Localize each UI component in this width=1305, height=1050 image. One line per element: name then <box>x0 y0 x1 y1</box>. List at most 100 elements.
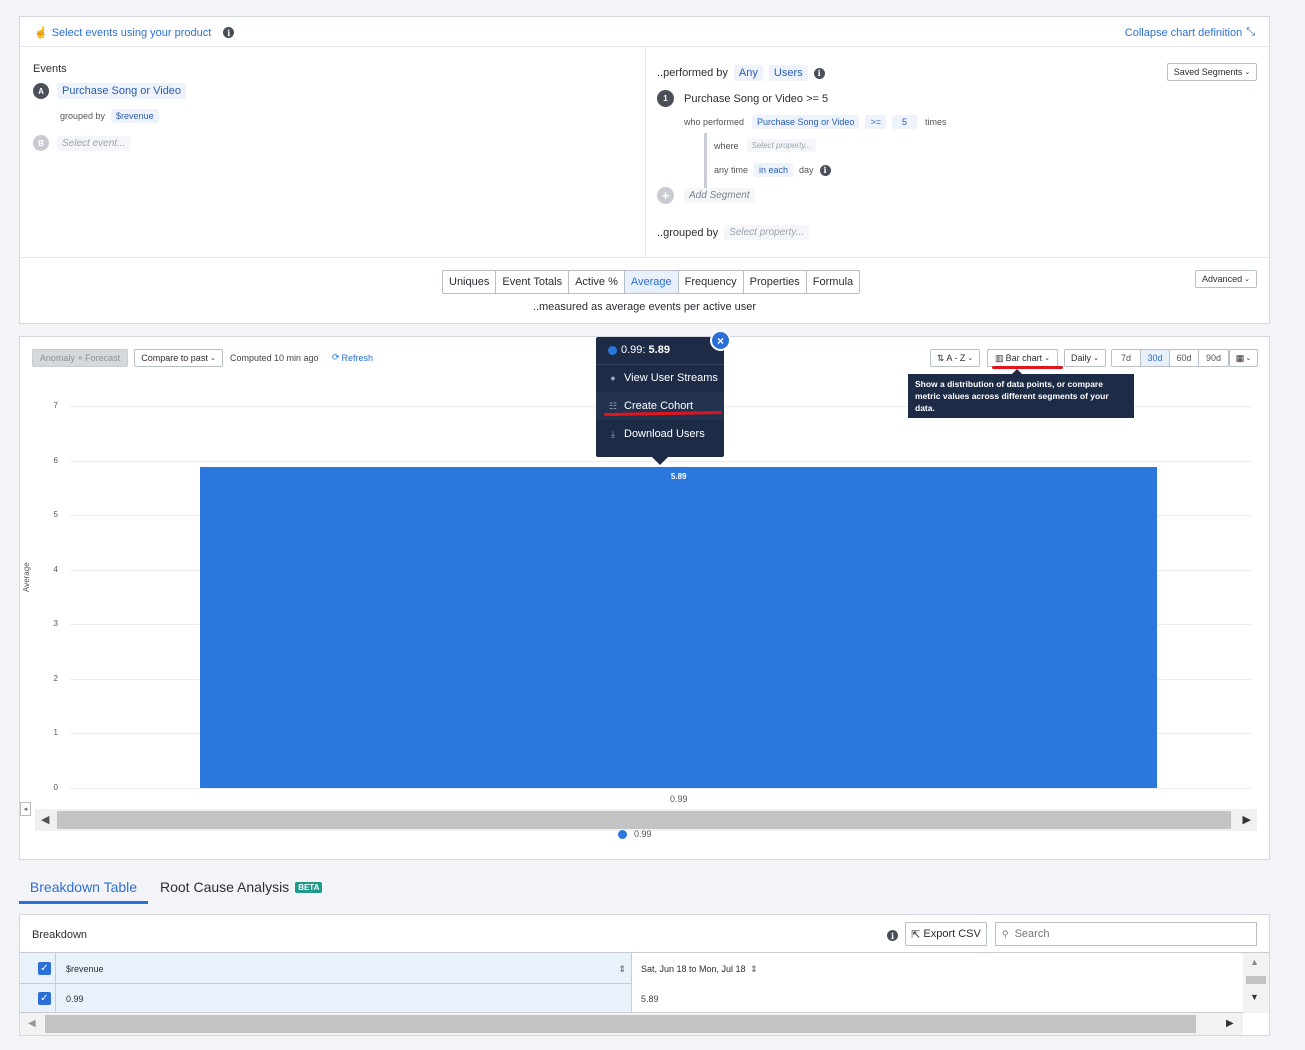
event-b-badge: B <box>33 135 49 151</box>
measure-tab-event-totals[interactable]: Event Totals <box>496 271 570 293</box>
measure-caption: ..measured as average events per active … <box>532 301 757 313</box>
event-a-selector[interactable]: Purchase Song or Video <box>57 83 187 99</box>
column-header-date-range[interactable]: Sat, Jun 18 to Mon, Jul 18 ⇕ <box>631 953 1243 984</box>
measure-tab-average[interactable]: Average <box>624 271 679 293</box>
scroll-toggle[interactable]: ◂ <box>20 802 31 816</box>
row-average-value: 5.89 <box>641 994 659 1004</box>
chart-legend[interactable]: 0.99 <box>618 829 652 839</box>
x-tick-label: 0.99 <box>669 794 688 804</box>
event-a-grouped-row: grouped by $revenue <box>60 109 159 123</box>
tab-root-cause-analysis[interactable]: Root Cause Analysis BETA <box>160 879 323 895</box>
popup-title: 0.99 : 5.89 <box>608 344 670 356</box>
grouped-by-property-selector[interactable]: Select property... <box>724 225 810 240</box>
column-divider <box>631 984 632 1012</box>
view-user-streams-item[interactable]: ● View User Streams <box>596 364 724 392</box>
where-row: where Select property... <box>714 139 817 152</box>
info-icon[interactable]: i <box>887 930 898 941</box>
scroll-thumb[interactable] <box>45 1015 1196 1033</box>
scroll-right-arrow[interactable]: ▶ <box>1226 1018 1234 1029</box>
y-tick-label: 1 <box>53 728 58 738</box>
event-b-row: B Select event... <box>33 135 131 151</box>
in-each-selector[interactable]: in each <box>754 163 794 177</box>
add-segment-row: + Add Segment <box>657 187 755 204</box>
y-tick-label: 7 <box>53 401 58 410</box>
users-group-icon: ☷ <box>608 400 618 411</box>
table-row[interactable]: ✓ 0.99 5.89 <box>20 984 1243 1013</box>
segment-number-badge: 1 <box>657 90 674 107</box>
breakdown-title: Breakdown <box>32 929 88 941</box>
download-users-item[interactable]: ⤓ Download Users <box>596 420 724 448</box>
search-icon: ⚲ <box>1002 928 1009 939</box>
table-header-row: ✓ $revenue ⇕ Sat, Jun 18 to Mon, Jul 18 … <box>20 953 1243 984</box>
scroll-left-arrow[interactable]: ◀ <box>28 1018 36 1029</box>
tooltip-pointer <box>1012 369 1022 374</box>
y-axis-label: Average <box>22 562 31 592</box>
bar[interactable] <box>200 466 1158 788</box>
y-tick-label: 6 <box>53 455 58 465</box>
measure-tab-uniques[interactable]: Uniques <box>443 271 497 293</box>
series-dot <box>608 345 617 355</box>
plus-icon[interactable]: + <box>657 187 674 204</box>
chart-scrollbar[interactable]: ◀ ▶ <box>35 809 1257 831</box>
measure-tab-properties[interactable]: Properties <box>744 271 807 293</box>
event-b-selector[interactable]: Select event... <box>57 135 131 151</box>
advanced-button[interactable]: Advanced ⌄ <box>1195 270 1257 288</box>
event-a-badge: A <box>33 83 49 99</box>
column-divider <box>55 984 56 1012</box>
scroll-thumb[interactable] <box>57 811 1231 829</box>
operator-selector[interactable]: >= <box>865 115 886 129</box>
count-input[interactable]: 5 <box>891 115 917 129</box>
popup-close-button[interactable]: × <box>710 330 731 351</box>
user-icon: ● <box>610 373 616 383</box>
search-box[interactable]: ⚲ <box>995 922 1257 946</box>
users-selector[interactable]: Users <box>768 65 808 81</box>
measure-tab-frequency[interactable]: Frequency <box>679 271 744 293</box>
row-revenue-value: 0.99 <box>66 994 84 1004</box>
scroll-left-arrow[interactable]: ◀ <box>41 813 49 826</box>
datapoint-popup: 0.99 : 5.89 ● View User Streams ☷ Create… <box>596 337 724 465</box>
row-checkbox[interactable]: ✓ <box>38 992 51 1005</box>
gridline <box>70 788 1252 789</box>
row-label-cell <box>20 984 631 1012</box>
grouped-by-property[interactable]: $revenue <box>111 109 159 123</box>
event-a-row: A Purchase Song or Video <box>33 83 187 99</box>
grouped-by-row: ..grouped by Select property... <box>657 225 810 240</box>
chevron-down-icon: ⌄ <box>1244 276 1250 283</box>
measure-tab-formula[interactable]: Formula <box>807 271 859 293</box>
events-section: Events A Purchase Song or Video grouped … <box>20 47 646 257</box>
column-header-revenue[interactable]: $revenue ⇕ <box>66 964 626 975</box>
export-icon: ⇱ <box>911 928 921 941</box>
tab-breakdown-table[interactable]: Breakdown Table <box>19 879 148 904</box>
collapse-chart-definition-link[interactable]: Collapse chart definition ⤡ <box>1125 26 1255 39</box>
y-tick-label: 3 <box>53 619 58 629</box>
saved-segments-button[interactable]: Saved Segments ⌄ <box>1167 63 1257 81</box>
any-time-row: any time in each day i <box>714 163 831 177</box>
header-checkbox[interactable]: ✓ <box>38 962 51 975</box>
info-icon[interactable]: i <box>819 164 831 176</box>
any-selector[interactable]: Any <box>733 65 763 81</box>
y-tick-label: 0 <box>53 783 58 792</box>
segment-title[interactable]: Purchase Song or Video >= 5 <box>684 93 828 105</box>
sort-icon[interactable]: ⇕ <box>750 964 758 974</box>
scroll-down-arrow[interactable]: ▼ <box>1250 992 1259 1002</box>
select-events-link[interactable]: ☝ Select events using your product i <box>34 26 235 39</box>
measure-tab-active[interactable]: Active % <box>569 271 625 293</box>
info-icon[interactable]: i <box>813 67 825 79</box>
breakdown-table: ✓ $revenue ⇕ Sat, Jun 18 to Mon, Jul 18 … <box>20 952 1269 1035</box>
search-input[interactable] <box>1014 928 1235 940</box>
who-event-selector[interactable]: Purchase Song or Video <box>752 115 860 129</box>
definition-header: ☝ Select events using your product i Col… <box>20 17 1269 47</box>
add-segment-button[interactable]: Add Segment <box>684 188 755 203</box>
info-icon[interactable]: i <box>223 27 235 38</box>
legend-dot <box>618 829 627 839</box>
sort-icon[interactable]: ⇕ <box>618 964 626 975</box>
table-horizontal-scrollbar[interactable]: ◀ ▶ <box>20 1013 1243 1035</box>
scroll-up-arrow[interactable]: ▲ <box>1250 957 1259 967</box>
breakdown-panel: Breakdown i ⇱ Export CSV ⚲ ✓ $revenue ⇕ … <box>19 914 1270 1036</box>
who-performed-row: who performed Purchase Song or Video >= … <box>684 115 947 129</box>
scroll-thumb[interactable] <box>1246 976 1266 984</box>
table-vertical-scrollbar[interactable]: ▲ ▼ <box>1243 953 1269 1013</box>
export-csv-button[interactable]: ⇱ Export CSV <box>905 922 987 946</box>
scroll-right-arrow[interactable]: ▶ <box>1243 813 1251 826</box>
where-property-selector[interactable]: Select property... <box>746 139 817 152</box>
